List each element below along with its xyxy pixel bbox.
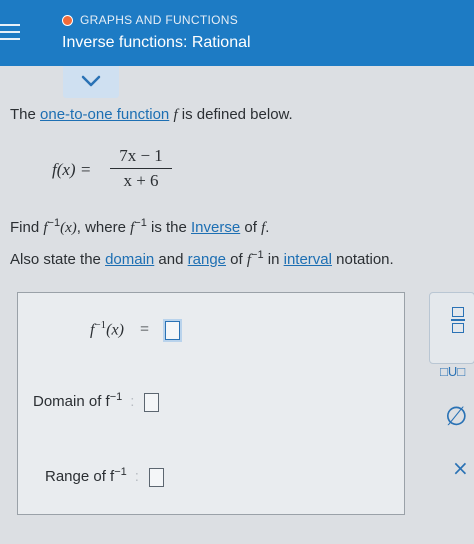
topic-title: Inverse functions: Rational <box>62 34 251 51</box>
also-notation: notation. <box>331 251 394 268</box>
find-instruction: Find f−1(x), where f−1 is the Inverse of… <box>10 217 269 237</box>
find-prefix: Find <box>10 219 44 236</box>
range-answer-input[interactable] <box>148 467 164 487</box>
fraction-numerator: 7x − 1 <box>119 146 163 165</box>
menu-icon[interactable] <box>0 24 20 42</box>
also-and: and <box>154 251 188 268</box>
find-mid: , where <box>76 219 131 236</box>
fraction-bar <box>110 168 172 169</box>
also-of: of <box>226 251 247 268</box>
range-exponent: −1 <box>114 466 127 478</box>
fraction-denominator: x + 6 <box>123 171 159 190</box>
clear-button[interactable]: × <box>452 456 469 480</box>
collapse-header-button[interactable] <box>63 66 119 98</box>
find-exponent: −1 <box>47 217 61 229</box>
top-header: GRAPHS AND FUNCTIONS Inverse functions: … <box>0 0 474 66</box>
also-prefix: Also state the <box>10 251 106 268</box>
find-of: of <box>240 219 262 236</box>
fraction-line-icon <box>451 319 465 321</box>
range-answer-row: Range of f−1: <box>45 466 164 487</box>
domain-exponent: −1 <box>109 391 123 403</box>
inverse-answer-row: f−1(x) = <box>90 319 180 341</box>
domain-answer-row: Domain of f−1: <box>33 391 160 412</box>
section-label: GRAPHS AND FUNCTIONS <box>80 13 239 27</box>
intro-prefix: The <box>10 106 41 123</box>
inverse-exponent: −1 <box>94 319 107 331</box>
inverse-answer-input[interactable] <box>164 321 180 341</box>
also-in: in <box>263 251 284 268</box>
range-separator: : <box>134 468 139 485</box>
intro-suffix: is defined below. <box>177 106 293 123</box>
empty-set-button[interactable]: ∅ <box>445 402 468 432</box>
function-fraction: 7x − 1 x + 6 <box>110 146 172 191</box>
chevron-down-icon <box>81 75 101 87</box>
inverse-link[interactable]: Inverse <box>191 219 240 236</box>
function-lhs: f(x) = <box>52 160 92 179</box>
domain-label: Domain of f <box>33 393 110 410</box>
find-arg: (x) <box>60 220 77 236</box>
also-exponent: −1 <box>251 249 264 261</box>
answer-panel: f−1(x) = Domain of f−1: Range of f−1: <box>17 292 405 515</box>
inverse-equals: = <box>139 321 149 339</box>
interval-link[interactable]: interval <box>284 251 332 268</box>
fraction-numerator-box-icon <box>452 307 464 317</box>
inverse-arg: (x) <box>106 321 124 339</box>
union-tool-button[interactable]: □U□ <box>440 364 465 379</box>
range-link[interactable]: range <box>188 251 226 268</box>
domain-range-instruction: Also state the domain and range of f−1 i… <box>10 249 394 269</box>
one-to-one-function-link[interactable]: one-to-one function <box>40 106 169 123</box>
range-label: Range of f <box>45 468 115 485</box>
domain-answer-input[interactable] <box>144 392 160 412</box>
find-exponent-2: −1 <box>134 217 147 229</box>
find-end: . <box>265 219 270 236</box>
fraction-denominator-box-icon <box>452 322 464 333</box>
progress-status-icon <box>62 15 73 26</box>
fraction-tool-button[interactable] <box>451 307 465 333</box>
find-is: is the <box>146 219 191 236</box>
domain-link[interactable]: domain <box>105 251 154 268</box>
problem-intro: The one-to-one function f is defined bel… <box>10 106 293 124</box>
domain-separator: : <box>130 393 135 410</box>
